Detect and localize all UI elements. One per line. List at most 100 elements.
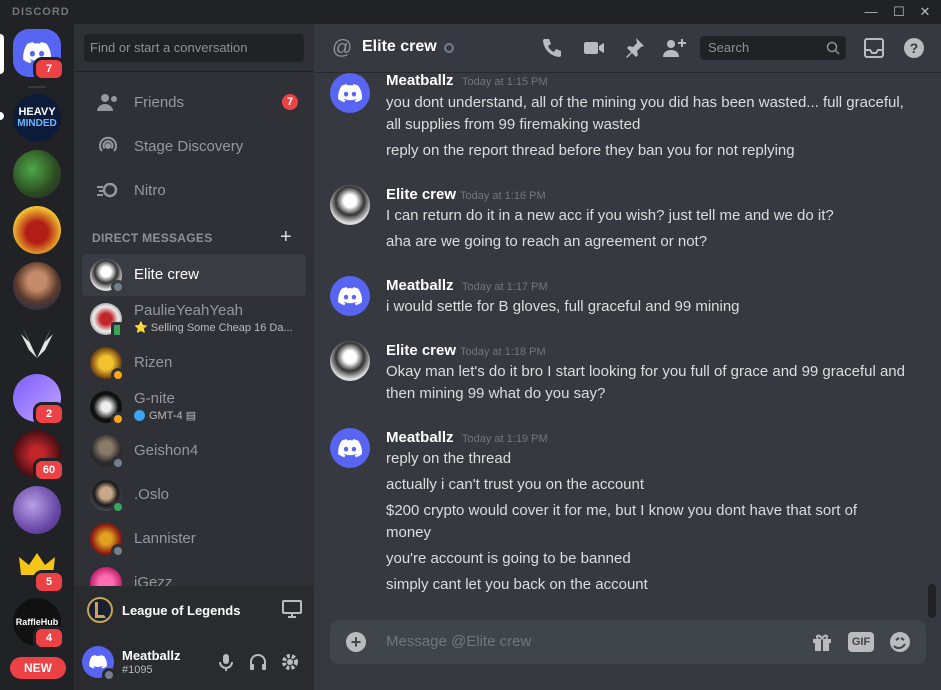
add-friend-icon[interactable] <box>662 36 686 60</box>
wings-icon <box>21 328 53 358</box>
chat-scrollbar[interactable] <box>928 584 936 618</box>
nav-stage-discovery[interactable]: Stage Discovery <box>82 125 306 167</box>
friends-badge: 7 <box>282 94 298 110</box>
message-avatar[interactable] <box>330 428 370 468</box>
dm-name: G-nite <box>134 390 175 407</box>
user-panel: Meatballz #1095 <box>74 634 314 690</box>
dm-item-oslo[interactable]: .Oslo <box>82 474 306 516</box>
mobile-status-icon <box>111 322 123 338</box>
message-timestamp: Today at 1:16 PM <box>460 190 546 202</box>
find-conversation-input[interactable]: Find or start a conversation <box>84 34 304 62</box>
message-avatar[interactable] <box>330 276 370 316</box>
discord-logo-icon <box>338 83 362 102</box>
server-red[interactable]: 60 <box>13 430 65 482</box>
dm-section-header: DIRECT MESSAGES <box>92 231 213 245</box>
dm-item-lannister[interactable]: Lannister <box>82 518 306 560</box>
minimize-button[interactable]: — <box>860 2 882 22</box>
server-heavy-minded[interactable]: HEAVY MINDED <box>13 94 61 142</box>
status-indicator <box>111 368 125 382</box>
message-text: reply on the thread <box>386 450 512 467</box>
message-author[interactable]: Meatballz <box>386 277 454 294</box>
nav-label: Nitro <box>134 181 166 199</box>
nav-label: Friends <box>134 93 185 111</box>
server-crown[interactable]: 5 <box>13 542 65 594</box>
note-icon: ▤ <box>185 410 197 422</box>
svg-text:?: ? <box>910 40 919 56</box>
home-button[interactable]: 7 <box>13 29 65 81</box>
dm-item-elite-crew[interactable]: Elite crew <box>82 254 306 296</box>
nav-nitro[interactable]: Nitro <box>82 169 306 211</box>
stage-icon <box>99 136 117 152</box>
sticker-icon[interactable] <box>888 630 912 654</box>
headphones-icon[interactable] <box>248 652 268 672</box>
server-raffle-hub[interactable]: RaffleHub 4 <box>13 598 65 650</box>
dm-item-igezz[interactable]: iGezz <box>82 562 306 586</box>
close-button[interactable]: ✕ <box>914 2 936 22</box>
selected-indicator <box>0 34 4 74</box>
avatar <box>90 567 122 586</box>
notification-badge: 60 <box>33 458 65 482</box>
video-call-icon[interactable] <box>582 36 606 60</box>
dm-name: Lannister <box>134 530 196 547</box>
dm-item-rizen[interactable]: Rizen <box>82 342 306 384</box>
server-purple[interactable]: 2 <box>13 374 65 426</box>
discord-logo-icon <box>338 286 362 305</box>
message-avatar[interactable] <box>330 185 370 225</box>
maximize-button[interactable]: ☐ <box>888 2 910 22</box>
dm-item-geishon4[interactable]: Geishon4 <box>82 430 306 472</box>
notification-badge: 2 <box>33 402 65 426</box>
message-text: reply on the report thread before they b… <box>386 142 795 159</box>
server-wings[interactable] <box>13 318 61 366</box>
voice-call-icon[interactable] <box>540 36 564 60</box>
nav-friends[interactable]: Friends 7 <box>82 81 306 123</box>
chat-search-input[interactable]: Search <box>700 36 846 60</box>
message-author[interactable]: Meatballz <box>386 72 454 89</box>
create-dm-icon[interactable]: + <box>280 226 292 249</box>
message-composer[interactable]: + Message @Elite crew GIF <box>330 620 926 664</box>
username: Meatballz <box>122 648 181 663</box>
discord-logo-icon <box>338 438 362 457</box>
pin-icon[interactable] <box>622 36 646 60</box>
dm-name: .Oslo <box>134 486 170 503</box>
server-portrait[interactable] <box>13 262 61 310</box>
attach-plus-icon[interactable]: + <box>346 632 366 652</box>
dm-custom-status: ⭐ Selling Some Cheap 16 Da... <box>134 322 293 334</box>
dm-name: iGezz <box>134 574 173 586</box>
dm-item-pauliey[interactable]: PaulieYeahYeah ⭐ Selling Some Cheap 16 D… <box>82 298 306 340</box>
server-green[interactable] <box>13 150 61 198</box>
server-red-demon[interactable] <box>13 206 61 254</box>
stream-icon[interactable] <box>282 600 302 618</box>
help-icon[interactable]: ? <box>902 36 926 60</box>
server-violet[interactable] <box>13 486 61 534</box>
discord-logo-icon <box>89 655 107 669</box>
gift-icon[interactable] <box>810 630 834 654</box>
dm-name: Geishon4 <box>134 442 199 459</box>
message-timestamp: Today at 1:18 PM <box>460 346 546 358</box>
search-icon <box>826 41 840 55</box>
dm-item-g-nite[interactable]: G-nite GMT-4 ▤ <box>82 386 306 428</box>
message-text: you dont understand, all of the mining y… <box>386 94 904 133</box>
new-servers-badge[interactable]: NEW <box>10 657 66 679</box>
message-author[interactable]: Meatballz <box>386 429 454 446</box>
message-input[interactable]: Message @Elite crew <box>386 633 531 650</box>
at-icon: @ <box>332 37 353 59</box>
message-author[interactable]: Elite crew <box>386 186 456 203</box>
message-author[interactable]: Elite crew <box>386 342 456 359</box>
inbox-icon[interactable] <box>862 36 886 60</box>
gif-button[interactable]: GIF <box>848 632 874 652</box>
message-avatar[interactable] <box>330 73 370 113</box>
message-avatar[interactable] <box>330 341 370 381</box>
message-text: Okay man let's do it bro I start looking… <box>386 363 905 402</box>
dm-name: Rizen <box>134 354 173 371</box>
message-text: $200 crypto would cover it for me, but I… <box>386 502 858 541</box>
status-indicator <box>111 280 125 294</box>
activity-game-name: League of Legends <box>122 603 241 618</box>
settings-gear-icon[interactable] <box>280 652 300 672</box>
message-text: I can return do it in a new acc if you w… <box>386 207 834 224</box>
chat-header: @ Elite crew Search ? <box>314 24 941 72</box>
server-list: 7 HEAVY MINDED 2 60 5 RaffleHub 4 NEW <box>0 24 74 690</box>
microphone-icon[interactable] <box>216 652 236 672</box>
activity-panel: League of Legends <box>74 586 314 634</box>
message-text: i would settle for B gloves, full gracef… <box>386 298 740 315</box>
dm-name: Elite crew <box>134 266 200 283</box>
